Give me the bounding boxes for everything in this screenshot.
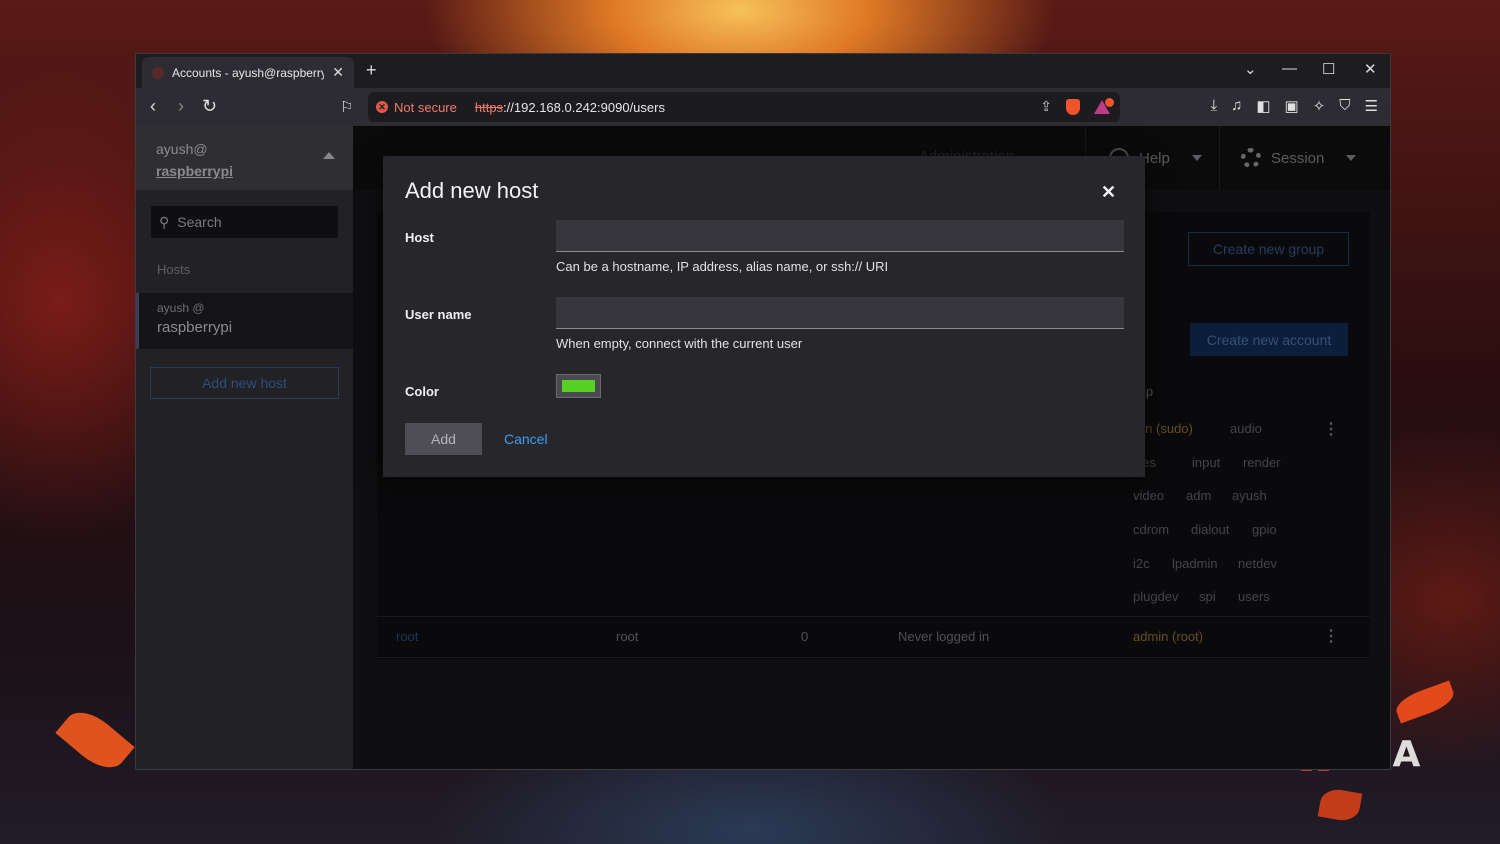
- tab-strip: Accounts - ayush@raspberrypi ✕ + ⌄ — ☐ ✕: [136, 54, 1390, 88]
- username-input[interactable]: [556, 297, 1124, 329]
- address-bar[interactable]: ✕ Not secure https://192.168.0.242:9090/…: [368, 92, 1120, 122]
- wallet-icon[interactable]: ▣: [1285, 97, 1299, 115]
- tab-accounts[interactable]: Accounts - ayush@raspberrypi ✕: [142, 57, 354, 88]
- media-icon[interactable]: ♫: [1231, 97, 1242, 115]
- security-label[interactable]: Not secure: [394, 100, 457, 115]
- leo-ai-icon[interactable]: ✧: [1313, 97, 1326, 115]
- site-favicon-icon: [152, 66, 164, 79]
- sidebar-item-raspberrypi[interactable]: ayush @ raspberrypi: [136, 293, 353, 349]
- browser-toolbar: ‹ › ↻ ⚐ ✕ Not secure https://192.168.0.2…: [136, 88, 1390, 126]
- add-host-dialog: Add new host ✕ Host Can be a hostname, I…: [383, 156, 1145, 477]
- host-item-user: ayush @: [157, 301, 205, 315]
- host-search-input[interactable]: ⚲ Search: [151, 206, 338, 238]
- host-switcher[interactable]: ayush@ raspberrypi: [136, 126, 353, 190]
- host-label: Host: [405, 230, 434, 245]
- background-leaf: [55, 702, 135, 778]
- brave-shields-icon[interactable]: [1066, 98, 1080, 115]
- search-placeholder: Search: [177, 214, 222, 230]
- caret-up-icon: [323, 152, 335, 159]
- close-window-icon[interactable]: ✕: [1364, 60, 1377, 78]
- background-leaf: [1317, 786, 1363, 824]
- tab-search-chevron-icon[interactable]: ⌄: [1244, 60, 1257, 78]
- cockpit-app: ayush@ raspberrypi ⚲ Search Hosts ayush …: [136, 126, 1390, 769]
- host-help-text: Can be a hostname, IP address, alias nam…: [556, 259, 889, 274]
- add-new-host-button[interactable]: Add new host: [150, 367, 339, 399]
- forward-icon[interactable]: ›: [178, 96, 184, 117]
- background-leaf: [1392, 680, 1458, 724]
- new-tab-icon[interactable]: +: [366, 60, 377, 81]
- menu-icon[interactable]: ☰: [1365, 97, 1378, 115]
- dialog-title: Add new host: [405, 178, 539, 203]
- color-swatch-fill: [562, 380, 595, 392]
- username-help-text: When empty, connect with the current use…: [556, 336, 803, 351]
- vpn-icon[interactable]: ⛉: [1339, 97, 1350, 115]
- browser-window: Accounts - ayush@raspberrypi ✕ + ⌄ — ☐ ✕…: [135, 53, 1391, 770]
- cancel-button[interactable]: Cancel: [504, 431, 548, 447]
- sidebar: ayush@ raspberrypi ⚲ Search Hosts ayush …: [136, 126, 353, 769]
- brave-rewards-icon[interactable]: [1094, 97, 1114, 114]
- share-icon[interactable]: ⇪: [1040, 98, 1052, 115]
- color-picker[interactable]: [556, 374, 601, 398]
- search-icon: ⚲: [159, 213, 170, 230]
- add-button[interactable]: Add: [405, 423, 482, 455]
- maximize-icon[interactable]: ☐: [1322, 60, 1335, 78]
- url-text[interactable]: https://192.168.0.242:9090/users: [475, 100, 665, 115]
- downloads-icon[interactable]: ⤓: [1210, 97, 1217, 115]
- host-item-name: raspberrypi: [157, 319, 233, 336]
- tab-close-icon[interactable]: ✕: [332, 64, 344, 81]
- color-label: Color: [405, 384, 439, 399]
- close-icon[interactable]: ✕: [1101, 182, 1116, 203]
- sidebar-toggle-icon[interactable]: ◧: [1256, 97, 1270, 115]
- minimize-icon[interactable]: —: [1282, 60, 1297, 77]
- not-secure-icon: ✕: [376, 101, 388, 113]
- username-label: User name: [405, 307, 472, 322]
- host-input[interactable]: [556, 220, 1124, 252]
- switcher-user: ayush@: [156, 141, 208, 157]
- back-icon[interactable]: ‹: [150, 96, 156, 117]
- bookmark-icon[interactable]: ⚐: [340, 98, 353, 116]
- tab-title: Accounts - ayush@raspberrypi: [172, 65, 325, 80]
- reload-icon[interactable]: ↻: [202, 96, 217, 117]
- hosts-section-label: Hosts: [157, 262, 191, 277]
- switcher-host: raspberrypi: [156, 163, 234, 179]
